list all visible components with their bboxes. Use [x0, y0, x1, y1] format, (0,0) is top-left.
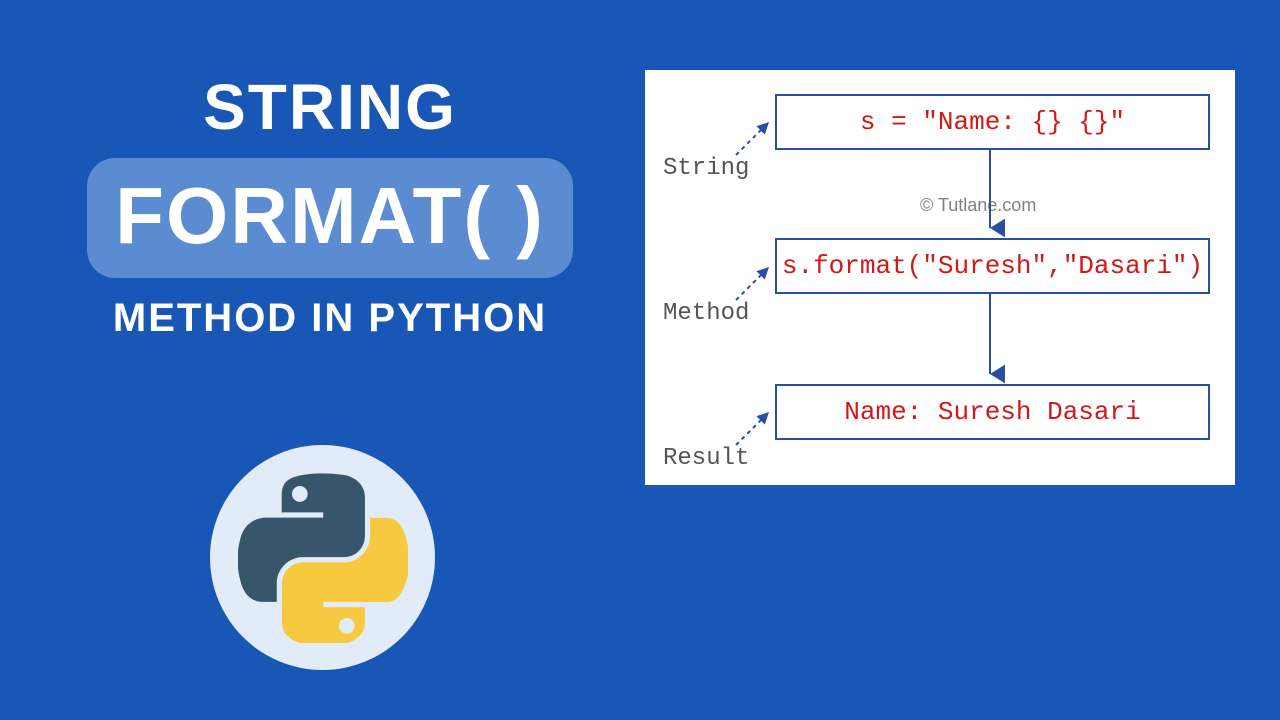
title-block: STRING FORMAT( ) METHOD IN PYTHON — [70, 70, 590, 341]
flow-arrow-1 — [975, 150, 1005, 240]
title-pill: FORMAT( ) — [87, 158, 573, 278]
box-method: s.format("Suresh","Dasari") — [775, 238, 1210, 294]
python-logo-circle — [210, 445, 435, 670]
dashed-arrow-method — [731, 255, 781, 305]
diagram-panel: s = "Name: {} {}" s.format("Suresh","Das… — [645, 70, 1235, 485]
dashed-arrow-string — [731, 110, 781, 160]
dashed-arrow-result — [731, 400, 781, 450]
title-top: STRING — [70, 70, 590, 144]
title-bottom: METHOD IN PYTHON — [70, 296, 590, 341]
box-string: s = "Name: {} {}" — [775, 94, 1210, 150]
python-logo-icon — [238, 473, 408, 643]
box-result: Name: Suresh Dasari — [775, 384, 1210, 440]
flow-arrow-2 — [975, 294, 1005, 386]
